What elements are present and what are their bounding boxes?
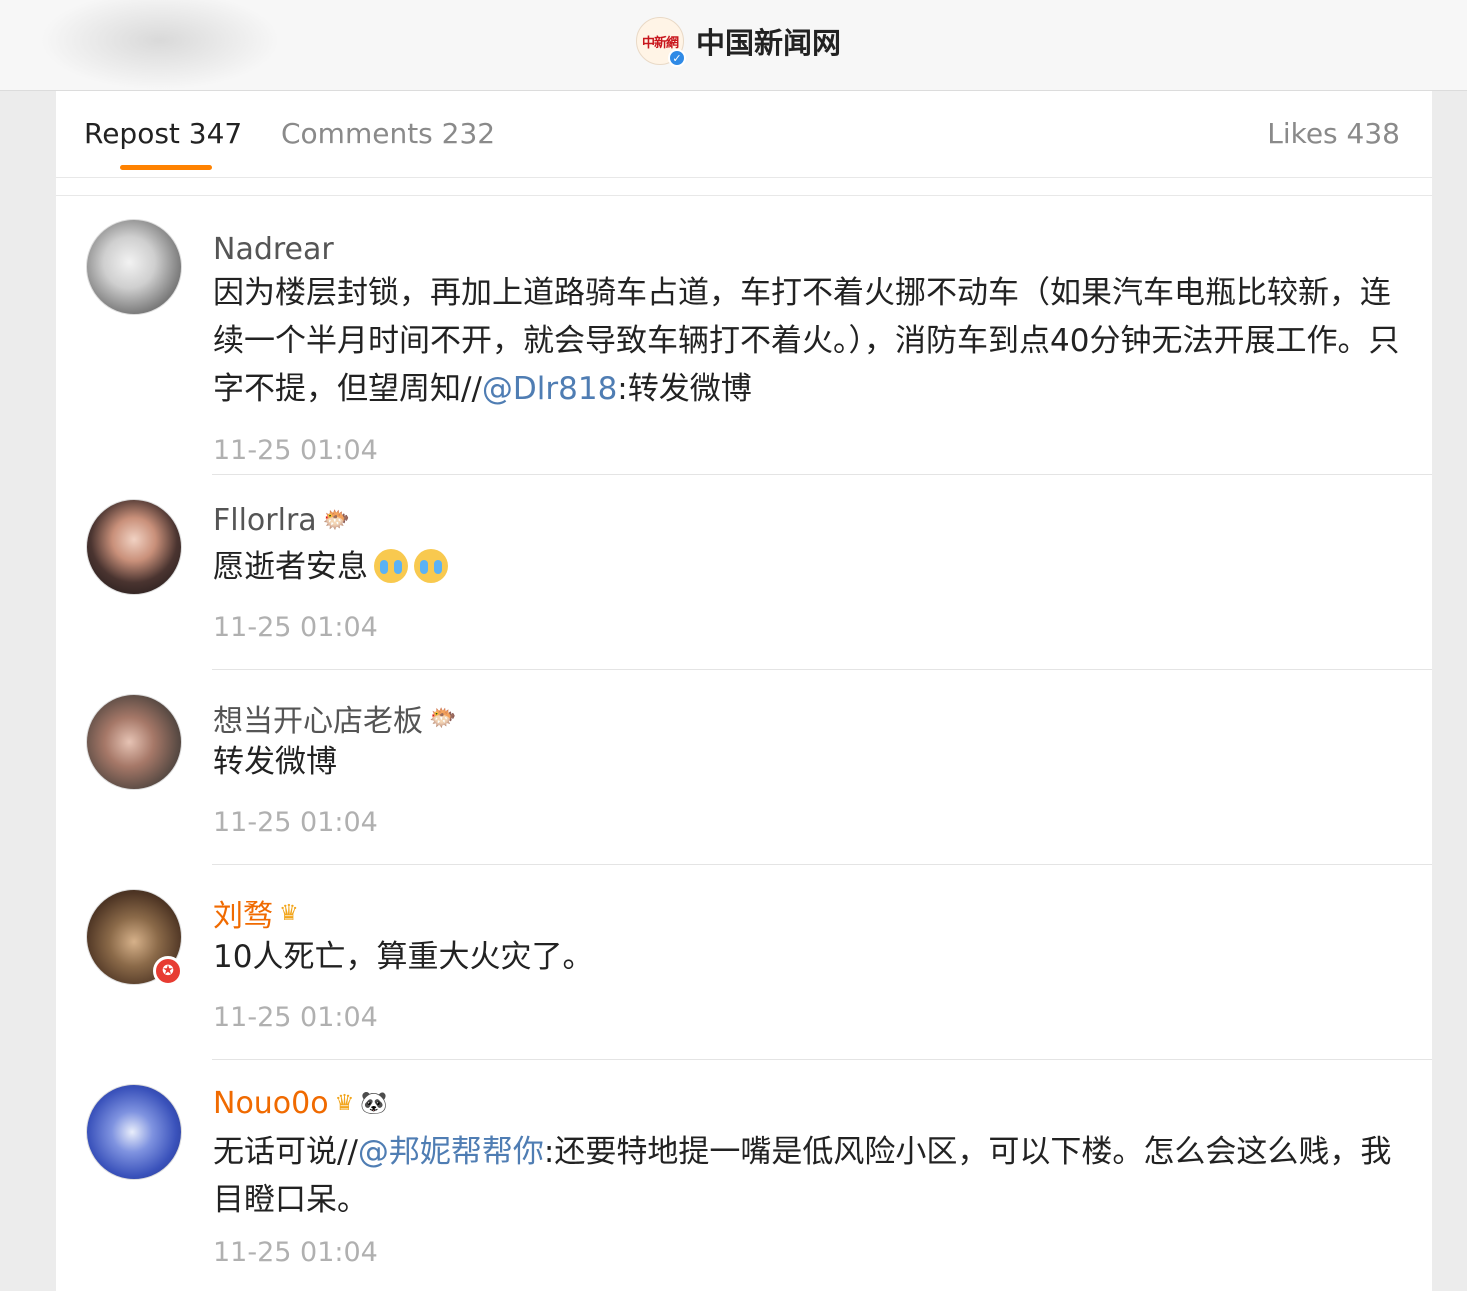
- tab-repost[interactable]: Repost 347: [84, 117, 242, 150]
- crown-badge-icon: ♛: [279, 900, 299, 926]
- avatar[interactable]: [86, 499, 182, 595]
- star-badge-icon: ✪: [153, 956, 183, 986]
- comments-panel: Repost 347 Comments 232 Likes 438 Nadrea…: [56, 91, 1432, 1291]
- avatar[interactable]: [86, 219, 182, 315]
- comment-text-prefix: 无话可说//: [213, 1134, 358, 1170]
- tab-bar: Repost 347 Comments 232 Likes 438: [56, 91, 1432, 178]
- comment-text: 因为楼层封锁，再加上道路骑车占道，车打不着火挪不动车（如果汽车电瓶比较新，连续一…: [213, 269, 1403, 413]
- list-item: Nadrear 因为楼层封锁，再加上道路骑车占道，车打不着火挪不动车（如果汽车电…: [56, 198, 1432, 475]
- username-text: Fllorlra: [213, 503, 317, 538]
- crying-emoji-icon: [414, 549, 448, 583]
- comment-text: 转发微博: [213, 744, 337, 780]
- account-header[interactable]: 中新網 ✓ 中国新闻网: [636, 16, 841, 67]
- blurred-region: [40, 0, 280, 90]
- mention-link[interactable]: @Dlr818: [482, 371, 617, 407]
- username-text: 想当开心店老板: [213, 704, 423, 739]
- timestamp: 11-25 01:04: [213, 1002, 378, 1033]
- timestamp: 11-25 01:04: [213, 612, 378, 643]
- username-text: 刘骛: [213, 899, 273, 934]
- panda-badge-icon: 🐼: [360, 1091, 388, 1116]
- avatar[interactable]: [86, 1084, 182, 1180]
- list-item: 想当开心店老板 🐡 转发微博 11-25 01:04: [56, 670, 1432, 865]
- comment-text: 愿逝者安息: [213, 543, 1403, 591]
- comment-text: 10人死亡，算重大火灾了。: [213, 939, 594, 975]
- avatar[interactable]: [86, 694, 182, 790]
- verified-icon: ✓: [668, 49, 686, 67]
- username[interactable]: Nadrear: [213, 232, 334, 267]
- fish-badge-icon: 🐡: [429, 705, 457, 731]
- comment-text-prefix: 因为楼层封锁，再加上道路骑车占道，车打不着火挪不动车（如果汽车电瓶比较新，连续一…: [213, 275, 1400, 407]
- tab-likes[interactable]: Likes 438: [1267, 117, 1400, 150]
- mention-link[interactable]: @邦妮帮帮你: [358, 1134, 544, 1170]
- logo-text: 中新網: [641, 35, 679, 51]
- crying-emoji-icon: [374, 549, 408, 583]
- username-text: Nadrear: [213, 232, 334, 267]
- username[interactable]: Fllorlra 🐡: [213, 503, 350, 538]
- timestamp: 11-25 01:04: [213, 1237, 378, 1268]
- active-tab-indicator: [120, 165, 212, 170]
- comment-text-suffix: :转发微博: [617, 371, 752, 407]
- list-item: ✪ 刘骛 ♛ 10人死亡，算重大火灾了。 11-25 01:04: [56, 865, 1432, 1060]
- account-name[interactable]: 中国新闻网: [696, 20, 841, 62]
- username[interactable]: 刘骛 ♛: [213, 891, 299, 935]
- username-text: Nouo0o: [213, 1086, 329, 1121]
- account-logo[interactable]: 中新網 ✓: [636, 17, 686, 67]
- tab-comments[interactable]: Comments 232: [281, 117, 495, 150]
- avatar[interactable]: ✪: [86, 889, 183, 986]
- timestamp: 11-25 01:04: [213, 435, 378, 466]
- crown-badge-icon: ♛: [334, 1091, 355, 1116]
- divider: [56, 195, 1432, 196]
- timestamp: 11-25 01:04: [213, 807, 378, 838]
- username[interactable]: 想当开心店老板 🐡: [213, 696, 456, 740]
- top-bar: 中新網 ✓ 中国新闻网: [0, 0, 1467, 91]
- list-item: Nouo0o ♛ 🐼 无话可说//@邦妮帮帮你:还要特地提一嘴是低风险小区，可以…: [56, 1060, 1432, 1291]
- comment-text-body: 愿逝者安息: [213, 549, 368, 585]
- list-item: Fllorlra 🐡 愿逝者安息 11-25 01:04: [56, 475, 1432, 670]
- comment-text: 无话可说//@邦妮帮帮你:还要特地提一嘴是低风险小区，可以下楼。怎么会这么贱，我…: [213, 1128, 1403, 1224]
- username[interactable]: Nouo0o ♛ 🐼: [213, 1086, 388, 1121]
- fish-badge-icon: 🐡: [322, 508, 351, 533]
